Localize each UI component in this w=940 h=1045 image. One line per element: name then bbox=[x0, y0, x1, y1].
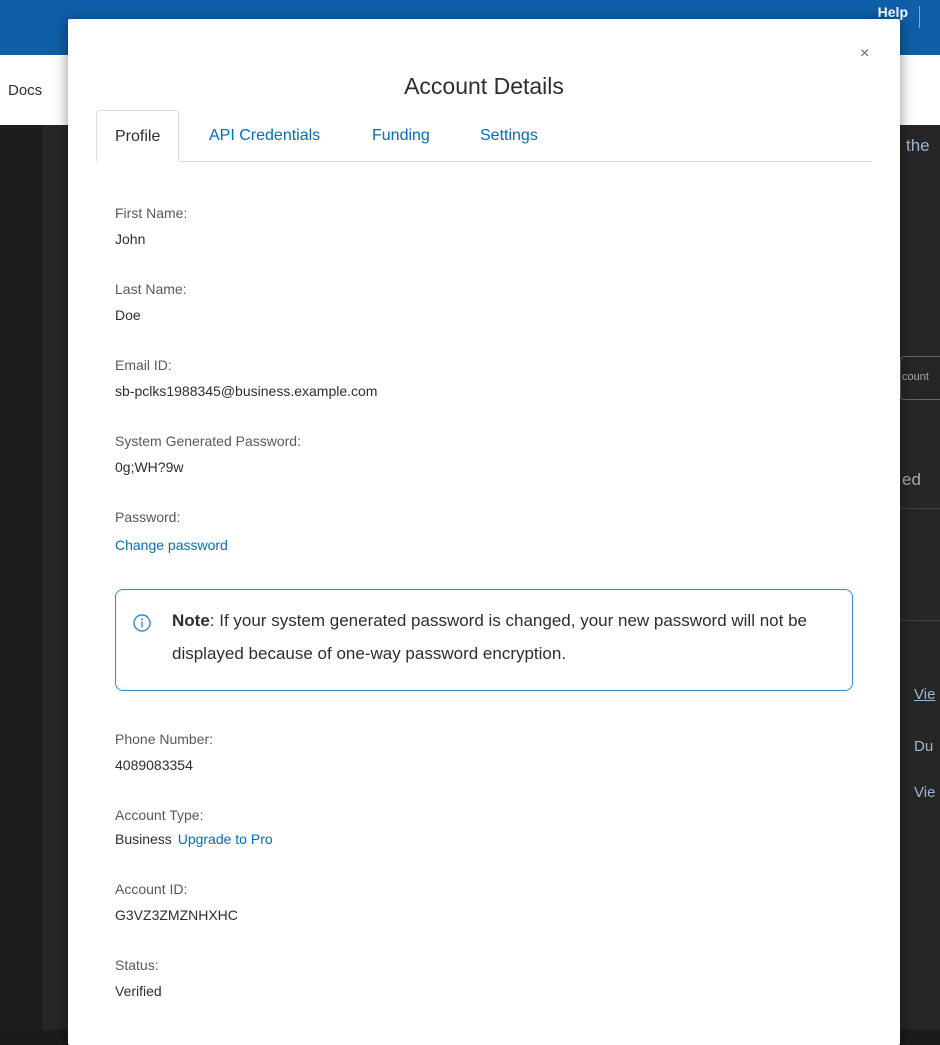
background-link-fragment: Du bbox=[914, 738, 934, 755]
close-icon[interactable]: × bbox=[860, 46, 869, 62]
email-value: sb-pclks1988345@business.example.com bbox=[115, 383, 378, 399]
account-details-modal: Account Details × Profile API Credential… bbox=[68, 19, 900, 1045]
account-id-value: G3VZ3ZMZNHXHC bbox=[115, 907, 238, 923]
background-view-link-fragment: Vie bbox=[914, 686, 936, 703]
tab-profile[interactable]: Profile bbox=[96, 110, 180, 162]
modal-title: Account Details bbox=[404, 73, 564, 99]
info-icon bbox=[133, 614, 151, 632]
phone-label: Phone Number: bbox=[115, 731, 214, 747]
change-password-link[interactable]: Change password bbox=[115, 537, 228, 553]
account-type-label: Account Type: bbox=[115, 807, 204, 823]
password-label: Password: bbox=[115, 509, 181, 525]
background-heading-fragment: the bbox=[906, 136, 930, 155]
account-type-row: Business Upgrade to Pro bbox=[115, 831, 273, 847]
background-row-divider bbox=[900, 620, 940, 621]
status-value: Verified bbox=[115, 983, 162, 999]
note-text: Note: If your system generated password … bbox=[172, 604, 832, 670]
note-body: : If your system generated password is c… bbox=[172, 611, 807, 663]
account-id-label: Account ID: bbox=[115, 881, 188, 897]
tab-settings[interactable]: Settings bbox=[480, 110, 538, 161]
tab-api-credentials[interactable]: API Credentials bbox=[209, 110, 320, 161]
last-name-value: Doe bbox=[115, 307, 141, 323]
account-type-value: Business bbox=[115, 831, 172, 847]
background-button-label-fragment: count bbox=[902, 371, 929, 383]
status-label: Status: bbox=[115, 957, 159, 973]
tab-bar: Profile API Credentials Funding Settings bbox=[96, 110, 872, 162]
help-link[interactable]: Help bbox=[878, 4, 908, 20]
first-name-label: First Name: bbox=[115, 205, 188, 221]
password-note-box: Note: If your system generated password … bbox=[115, 589, 853, 691]
upgrade-to-pro-link[interactable]: Upgrade to Pro bbox=[178, 831, 273, 847]
first-name-value: John bbox=[115, 231, 146, 247]
system-password-label: System Generated Password: bbox=[115, 433, 301, 449]
tab-funding[interactable]: Funding bbox=[372, 110, 430, 161]
phone-value: 4089083354 bbox=[115, 757, 193, 773]
note-strong-label: Note bbox=[172, 611, 210, 630]
background-row-divider bbox=[900, 508, 940, 509]
background-view-link-fragment: Vie bbox=[914, 784, 936, 801]
background-column-fragment: ed bbox=[902, 470, 921, 489]
header-divider bbox=[919, 6, 920, 28]
nav-docs-link[interactable]: Docs bbox=[8, 82, 42, 99]
system-password-value: 0g;WH?9w bbox=[115, 459, 184, 475]
last-name-label: Last Name: bbox=[115, 281, 187, 297]
email-label: Email ID: bbox=[115, 357, 172, 373]
